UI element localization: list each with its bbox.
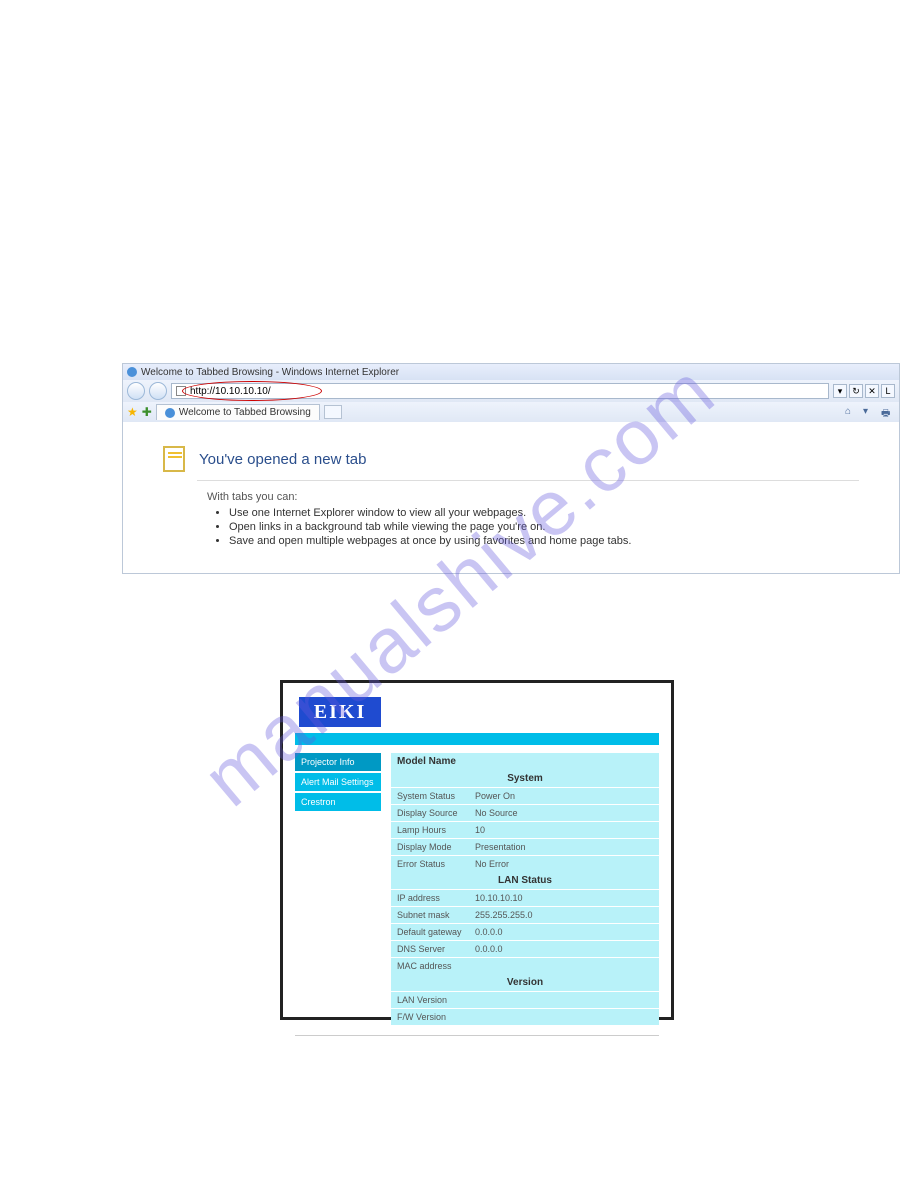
row-label: DNS Server [391, 941, 469, 958]
toolbar-right: ⌂ ▾ 🖶 [845, 406, 895, 418]
eiki-logo: EIKI [299, 697, 381, 727]
panel-body: Projector Info Alert Mail Settings Crest… [283, 753, 671, 1025]
list-item: Save and open multiple webpages at once … [229, 535, 859, 547]
row-label: System Status [391, 788, 469, 805]
row-value: Power On [469, 788, 659, 805]
tab-label: Welcome to Tabbed Browsing [179, 407, 311, 418]
row-label: Error Status [391, 856, 469, 873]
browser-tab[interactable]: Welcome to Tabbed Browsing [156, 404, 320, 420]
row-label: Display Mode [391, 839, 469, 856]
row-label: Display Source [391, 805, 469, 822]
row-value [469, 992, 659, 1009]
row-label: IP address [391, 890, 469, 907]
tab-bar: ★ ✚ Welcome to Tabbed Browsing ⌂ ▾ 🖶 [123, 402, 899, 422]
sidebar-item-alert-mail[interactable]: Alert Mail Settings [295, 773, 381, 791]
chevron-down-icon[interactable]: ▾ [863, 406, 877, 418]
row-value: 10.10.10.10 [469, 890, 659, 907]
list-item: Use one Internet Explorer window to view… [229, 507, 859, 519]
add-favorite-icon[interactable]: ✚ [142, 405, 152, 419]
browser-window: Welcome to Tabbed Browsing - Windows Int… [122, 363, 900, 574]
refresh-icon[interactable]: ↻ [849, 384, 863, 398]
browser-content: You've opened a new tab With tabs you ca… [123, 422, 899, 573]
row-label: F/W Version [391, 1009, 469, 1026]
back-button[interactable] [127, 382, 145, 400]
new-tab-button[interactable] [324, 405, 342, 419]
new-tab-icon [163, 446, 185, 472]
model-name-header: Model Name [391, 753, 659, 770]
dropdown-icon[interactable]: ▾ [833, 384, 847, 398]
address-toolbar: ▾ ↻ ✕ L [833, 384, 895, 398]
row-value: 10 [469, 822, 659, 839]
row-value: Presentation [469, 839, 659, 856]
row-label: Lamp Hours [391, 822, 469, 839]
print-icon[interactable]: 🖶 [881, 406, 895, 418]
row-value: No Source [469, 805, 659, 822]
info-table: Model Name System System StatusPower On … [391, 753, 659, 1025]
search-hint: L [881, 384, 895, 398]
row-value [469, 1009, 659, 1026]
row-label: Subnet mask [391, 907, 469, 924]
section-lan: LAN Status [391, 872, 659, 890]
home-icon[interactable]: ⌂ [845, 406, 859, 418]
address-bar: http://10.10.10.10/ ▾ ↻ ✕ L [123, 380, 899, 402]
header-bar [295, 733, 659, 745]
feature-list: Use one Internet Explorer window to view… [229, 507, 859, 547]
footer-divider [295, 1035, 659, 1036]
list-item: Open links in a background tab while vie… [229, 521, 859, 533]
url-input[interactable]: http://10.10.10.10/ [171, 383, 829, 399]
sidebar-item-projector-info[interactable]: Projector Info [295, 753, 381, 771]
url-text: http://10.10.10.10/ [190, 386, 824, 397]
projector-panel: EIKI Projector Info Alert Mail Settings … [280, 680, 674, 1020]
row-value: No Error [469, 856, 659, 873]
row-value: 0.0.0.0 [469, 924, 659, 941]
row-value: 255.255.255.0 [469, 907, 659, 924]
sidebar: Projector Info Alert Mail Settings Crest… [295, 753, 381, 1025]
row-label: MAC address [391, 958, 469, 975]
forward-button[interactable] [149, 382, 167, 400]
page-heading: You've opened a new tab [199, 451, 366, 468]
ie-icon [127, 367, 137, 377]
page-icon [176, 386, 186, 396]
row-value [469, 958, 659, 975]
intro-text: With tabs you can: [207, 491, 859, 503]
sidebar-item-crestron[interactable]: Crestron [295, 793, 381, 811]
section-system: System [391, 770, 659, 788]
row-value: 0.0.0.0 [469, 941, 659, 958]
tab-ie-icon [165, 408, 175, 418]
divider [197, 480, 859, 481]
row-label: Default gateway [391, 924, 469, 941]
stop-icon[interactable]: ✕ [865, 384, 879, 398]
favorites-icon[interactable]: ★ [127, 405, 138, 419]
row-label: LAN Version [391, 992, 469, 1009]
window-title: Welcome to Tabbed Browsing - Windows Int… [141, 367, 399, 378]
window-titlebar: Welcome to Tabbed Browsing - Windows Int… [123, 364, 899, 380]
section-version: Version [391, 974, 659, 992]
